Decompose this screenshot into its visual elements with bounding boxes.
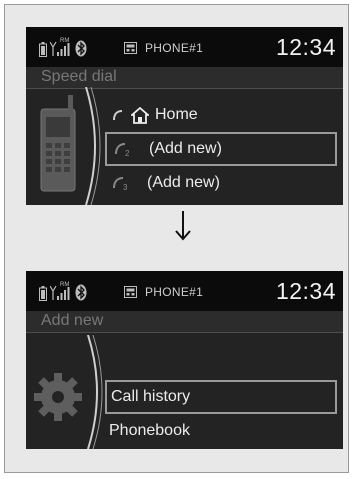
list-item-label: Phonebook (109, 422, 190, 439)
screen-title: Speed dial (41, 68, 117, 85)
cellphone-icon (40, 87, 101, 205)
bluetooth-icon (75, 284, 87, 301)
option-call-history[interactable]: Call history (105, 380, 337, 414)
add-new-options-list: Call history Phonebook (105, 380, 337, 448)
svg-text:3: 3 (123, 183, 128, 191)
svg-text:2: 2 (125, 149, 130, 157)
speed-dial-1-icon (111, 108, 125, 122)
screen-title: Add new (41, 312, 104, 329)
phone-name: PHONE#1 (145, 41, 204, 55)
svg-text:RM: RM (60, 38, 69, 44)
manual-figure-frame: RM PHONE#1 12:34 Speed dial Home 2 (Add … (4, 4, 349, 473)
active-phone: PHONE#1 (124, 41, 203, 55)
speed-dial-list: Home 2 (Add new) 3 (Add new) (105, 98, 337, 200)
phone-name: PHONE#1 (145, 285, 204, 299)
down-arrow-icon (175, 211, 191, 241)
bluetooth-icon (75, 40, 87, 57)
status-icons: RM (39, 281, 87, 301)
status-bar: RM PHONE#1 12:34 (26, 271, 343, 311)
add-new-screen: RM PHONE#1 12:34 Add new Call history Ph… (26, 271, 343, 449)
list-item-label: Home (155, 106, 198, 123)
phone-card-icon (124, 42, 137, 54)
signal-bars-icon: RM (50, 282, 70, 300)
title-bar: Add new (26, 311, 343, 333)
list-item-label: (Add new) (147, 174, 220, 191)
speed-dial-row-3[interactable]: 3 (Add new) (105, 166, 337, 200)
status-icons: RM (39, 37, 87, 57)
battery-icon (39, 286, 47, 301)
speed-dial-screen: RM PHONE#1 12:34 Speed dial Home 2 (Add … (26, 27, 343, 205)
speed-dial-row-2[interactable]: 2 (Add new) (105, 132, 337, 166)
title-bar: Speed dial (26, 67, 343, 89)
svg-text:RM: RM (60, 282, 69, 288)
phone-card-icon (124, 286, 137, 298)
speed-dial-3-icon: 3 (111, 175, 131, 191)
signal-bars-icon: RM (50, 38, 70, 56)
speed-dial-2-icon: 2 (113, 141, 133, 157)
gear-icon (34, 335, 103, 449)
clock: 12:34 (275, 278, 336, 304)
list-item-label: Call history (111, 388, 191, 405)
status-bar: RM PHONE#1 12:34 (26, 27, 343, 67)
home-icon (131, 106, 149, 124)
list-item-label: (Add new) (149, 140, 222, 157)
speed-dial-row-home[interactable]: Home (105, 98, 337, 132)
battery-icon (39, 42, 47, 57)
option-phonebook[interactable]: Phonebook (105, 414, 337, 448)
clock: 12:34 (275, 34, 336, 60)
active-phone: PHONE#1 (124, 285, 203, 299)
